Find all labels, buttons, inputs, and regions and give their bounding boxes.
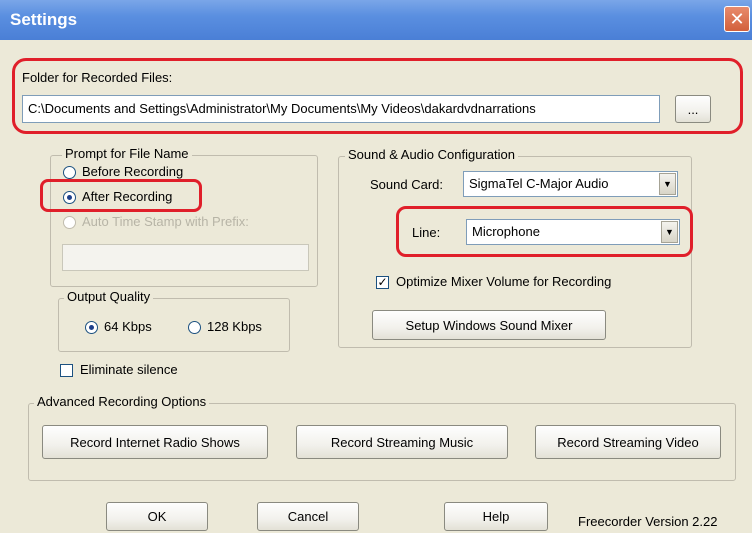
advanced-options-legend: Advanced Recording Options [34,394,210,409]
record-internet-radio-button[interactable]: Record Internet Radio Shows [42,425,268,459]
help-button[interactable]: Help [444,502,548,531]
prompt-legend: Prompt for File Name [62,146,192,161]
eliminate-silence-checkbox[interactable] [60,364,73,377]
record-streaming-video-button[interactable]: Record Streaming Video [535,425,721,459]
folder-path-input[interactable]: C:\Documents and Settings\Administrator\… [22,95,660,123]
auto-timestamp-radio[interactable] [63,216,76,229]
sound-config-legend: Sound & Audio Configuration [345,147,518,162]
window-title: Settings [10,10,78,29]
quality-128-radio[interactable] [188,321,201,334]
sound-card-label: Sound Card: [370,177,443,192]
cancel-button[interactable]: Cancel [257,502,359,531]
before-recording-label: Before Recording [82,164,184,179]
quality-128-label: 128 Kbps [207,319,262,334]
line-value: Microphone [472,224,540,239]
sound-card-select[interactable]: SigmaTel C-Major Audio ▼ [463,171,678,197]
auto-timestamp-label: Auto Time Stamp with Prefix: [82,214,249,229]
line-label: Line: [412,225,441,240]
quality-64-radio[interactable] [85,321,98,334]
optimize-mixer-checkbox[interactable]: ✓ [376,276,389,289]
chevron-down-icon[interactable]: ▼ [659,173,676,195]
after-recording-radio[interactable] [63,191,76,204]
before-recording-radio[interactable] [63,166,76,179]
version-label: Freecorder Version 2.22 [578,514,718,529]
optimize-mixer-label: Optimize Mixer Volume for Recording [396,274,612,289]
chevron-down-icon[interactable]: ▼ [661,221,678,243]
output-quality-legend: Output Quality [64,289,154,304]
browse-button[interactable]: ... [675,95,711,123]
ok-button[interactable]: OK [106,502,208,531]
close-icon[interactable]: ✕ [724,6,750,32]
record-streaming-music-button[interactable]: Record Streaming Music [296,425,508,459]
settings-dialog: Settings ✕ Folder for Recorded Files: C:… [0,0,752,533]
eliminate-silence-label: Eliminate silence [80,362,178,377]
prefix-input[interactable] [62,244,309,271]
line-select[interactable]: Microphone ▼ [466,219,680,245]
sound-card-value: SigmaTel C-Major Audio [469,176,609,191]
setup-sound-mixer-button[interactable]: Setup Windows Sound Mixer [372,310,606,340]
quality-64-label: 64 Kbps [104,319,152,334]
title-bar: Settings ✕ [0,0,752,40]
after-recording-label: After Recording [82,189,173,204]
folder-label: Folder for Recorded Files: [22,70,173,85]
